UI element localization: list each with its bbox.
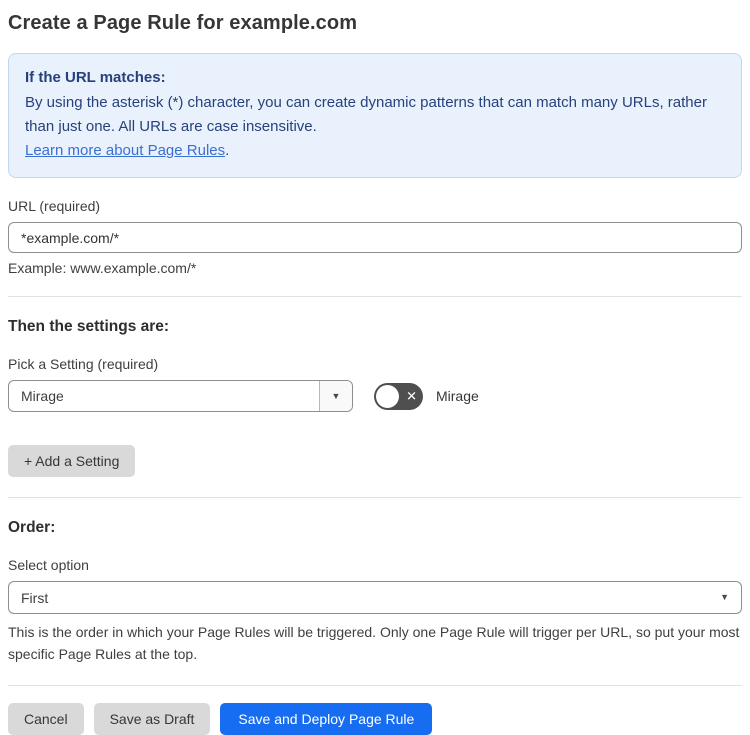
setting-select-value: Mirage	[21, 388, 64, 404]
url-field-label: URL (required)	[8, 198, 101, 214]
save-as-draft-button[interactable]: Save as Draft	[93, 703, 211, 735]
setting-picker-label: Pick a Setting (required)	[8, 356, 159, 372]
toggle-off-x-icon: ✕	[406, 388, 417, 404]
footer-actions: Cancel Save as Draft Save and Deploy Pag…	[8, 703, 742, 735]
url-input[interactable]	[8, 222, 742, 253]
divider	[8, 296, 742, 297]
info-box-body: By using the asterisk (*) character, you…	[25, 94, 707, 135]
divider	[8, 685, 742, 686]
chevron-down-icon: ▼	[720, 592, 729, 602]
cancel-button[interactable]: Cancel	[8, 703, 84, 735]
settings-section-heading: Then the settings are:	[8, 318, 170, 335]
order-select-label: Select option	[8, 557, 89, 573]
link-period: .	[225, 142, 230, 159]
setting-row: Mirage ▼ ✕ Mirage	[8, 380, 742, 412]
add-setting-button[interactable]: + Add a Setting	[8, 445, 136, 477]
toggle-knob	[376, 384, 399, 408]
url-example-hint: Example: www.example.com/*	[8, 260, 197, 276]
learn-more-link[interactable]: Learn more about Page Rules	[25, 142, 225, 159]
info-box-link-line: Learn more about Page Rules.	[25, 139, 725, 163]
order-select-value: First	[21, 589, 49, 606]
page-title: Create a Page Rule for example.com	[8, 12, 358, 34]
setting-select[interactable]: Mirage ▼	[8, 380, 353, 412]
divider	[8, 497, 742, 498]
chevron-down-icon: ▼	[331, 390, 341, 401]
toggle-setting-label: Mirage	[436, 388, 479, 404]
order-section-heading: Order:	[8, 519, 56, 536]
order-select[interactable]: First ▼	[8, 581, 742, 614]
setting-select-arrow-button[interactable]: ▼	[319, 381, 352, 411]
order-help-text: This is the order in which your Page Rul…	[8, 624, 740, 662]
url-match-info-box: If the URL matches: By using the asteris…	[8, 53, 742, 178]
mirage-toggle[interactable]: ✕	[374, 382, 423, 410]
save-and-deploy-button[interactable]: Save and Deploy Page Rule	[220, 703, 433, 735]
info-box-heading: If the URL matches:	[25, 69, 166, 86]
